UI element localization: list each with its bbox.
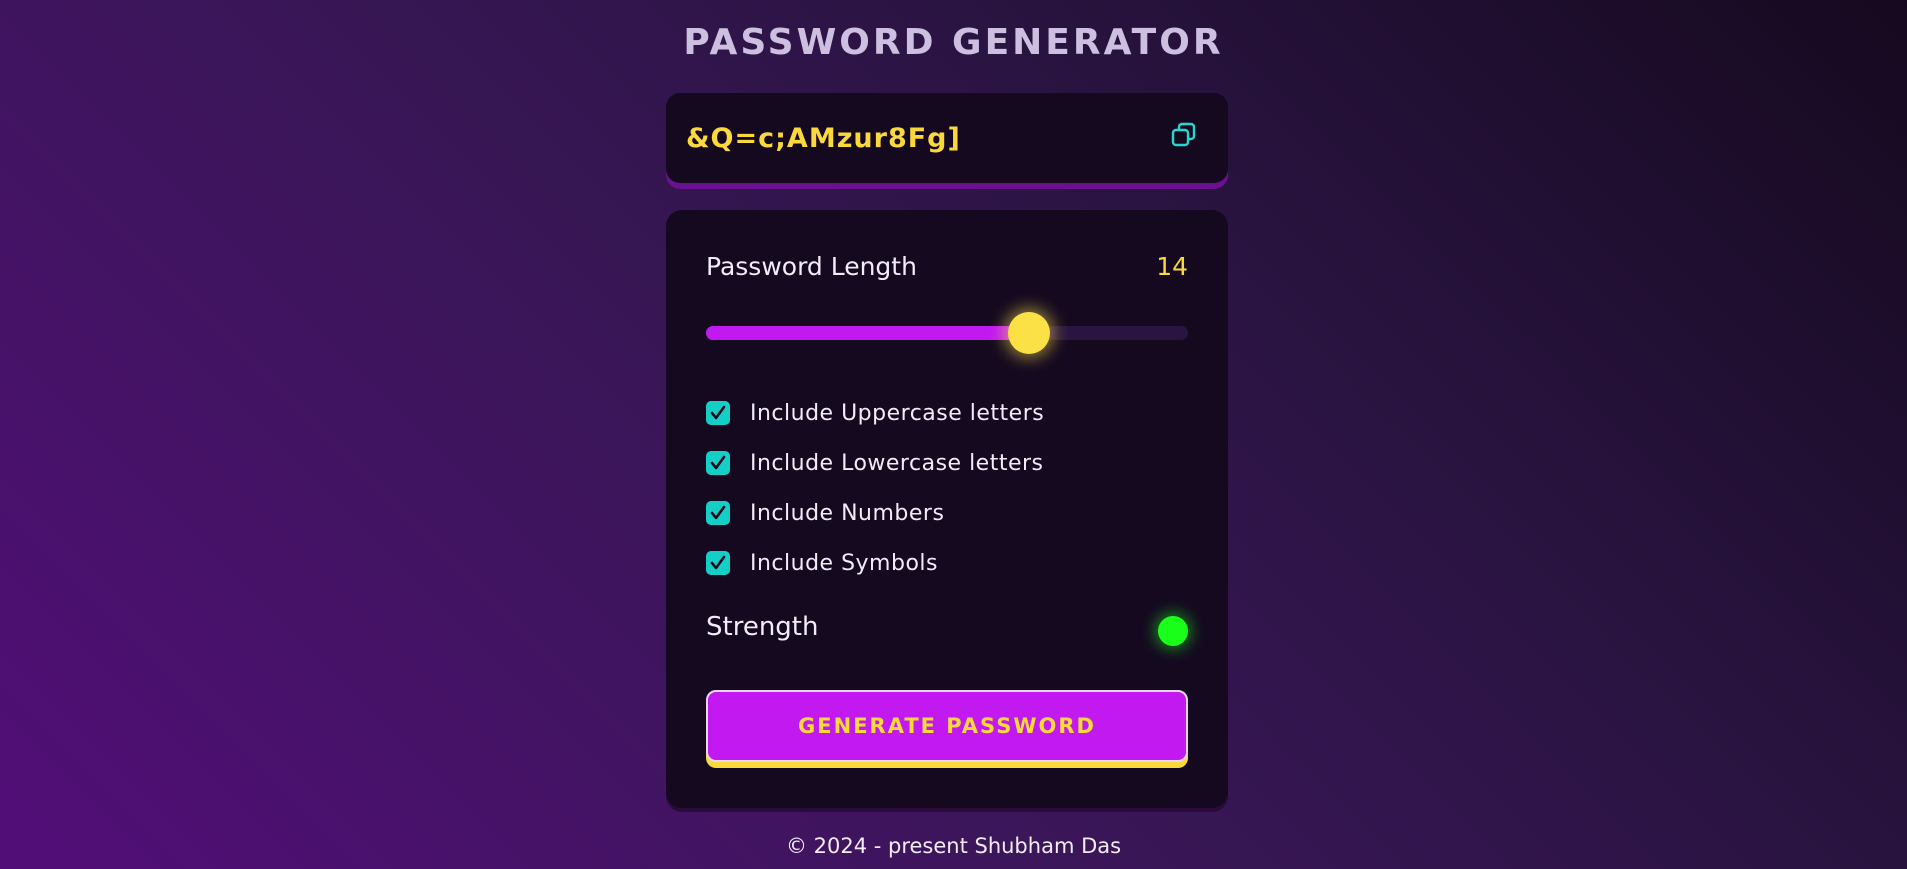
slider-fill <box>706 326 1029 340</box>
lowercase-checkbox[interactable] <box>706 451 730 475</box>
password-length-slider[interactable] <box>706 312 1188 354</box>
symbols-label: Include Symbols <box>750 550 938 576</box>
page-title: PASSWORD GENERATOR <box>683 22 1224 63</box>
password-length-value: 14 <box>1156 252 1188 281</box>
option-uppercase[interactable]: Include Uppercase letters <box>706 398 1044 428</box>
option-numbers[interactable]: Include Numbers <box>706 498 944 528</box>
generated-password[interactable]: &Q=c;AMzur8Fg] <box>686 123 961 154</box>
checkmark-icon <box>710 405 726 420</box>
strength-label: Strength <box>706 612 819 642</box>
slider-thumb[interactable] <box>1007 312 1050 354</box>
strength-indicator <box>1158 616 1188 646</box>
uppercase-label: Include Uppercase letters <box>750 400 1045 426</box>
option-symbols[interactable]: Include Symbols <box>706 548 938 578</box>
numbers-checkbox[interactable] <box>706 501 730 525</box>
uppercase-checkbox[interactable] <box>706 401 730 425</box>
checkmark-icon <box>710 555 726 570</box>
footer-copyright: © 2024 - present Shubham Das <box>785 834 1122 858</box>
checkmark-icon <box>710 455 726 470</box>
password-length-label: Password Length <box>706 252 917 281</box>
numbers-label: Include Numbers <box>750 500 945 526</box>
password-display: &Q=c;AMzur8Fg] <box>666 93 1228 183</box>
generate-password-button[interactable]: GENERATE PASSWORD <box>706 690 1188 762</box>
copy-button[interactable] <box>1170 121 1198 149</box>
settings-panel: Password Length 14 Include Uppercase let… <box>666 210 1228 808</box>
copy-icon <box>1171 122 1196 147</box>
option-lowercase[interactable]: Include Lowercase letters <box>706 448 1044 478</box>
lowercase-label: Include Lowercase letters <box>750 450 1044 476</box>
checkmark-icon <box>710 505 726 520</box>
symbols-checkbox[interactable] <box>706 551 730 575</box>
